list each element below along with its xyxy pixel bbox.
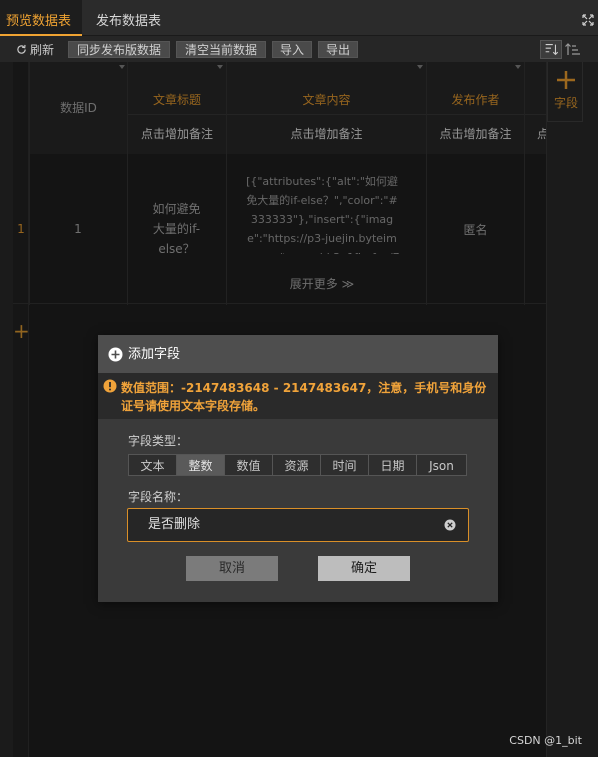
- type-option-time[interactable]: 时间: [320, 454, 369, 476]
- type-option-integer[interactable]: 整数: [176, 454, 225, 476]
- export-button[interactable]: 导出: [318, 41, 358, 58]
- tab-preview-table[interactable]: 预览数据表: [0, 0, 82, 36]
- warning-text: 数值范围：-2147483648 - 2147483647，注意，手机号和身份证…: [121, 381, 487, 413]
- confirm-button[interactable]: 确定: [318, 556, 410, 581]
- clear-input-icon[interactable]: [444, 519, 456, 531]
- refresh-icon: [17, 44, 26, 54]
- dialog-title: 添加字段: [128, 347, 181, 362]
- import-button[interactable]: 导入: [272, 41, 312, 58]
- fullscreen-icon[interactable]: [582, 14, 594, 26]
- type-option-json[interactable]: Json: [416, 454, 467, 476]
- warning-icon: [103, 379, 117, 393]
- clear-data-button[interactable]: 清空当前数据: [176, 41, 266, 58]
- add-field-dialog: 添加字段 数值范围：-2147483648 - 2147483647，注意，手机…: [98, 335, 498, 602]
- field-type-selector: 文本 整数 数值 资源 时间 日期 Json: [128, 454, 468, 476]
- sort-ascending-icon[interactable]: [564, 40, 584, 59]
- dialog-header: 添加字段: [98, 335, 498, 373]
- refresh-label: 刷新: [30, 43, 55, 57]
- field-name-value: 是否删除: [148, 517, 201, 532]
- type-option-resource[interactable]: 资源: [272, 454, 321, 476]
- cancel-button[interactable]: 取消: [186, 556, 278, 581]
- field-name-label: 字段名称：: [128, 490, 189, 504]
- field-name-input[interactable]: 是否删除: [127, 508, 469, 542]
- watermark: CSDN @1_bit: [509, 734, 582, 747]
- toolbar: 刷新 同步发布版数据 清空当前数据 导入 导出: [0, 37, 598, 62]
- tab-bar: 预览数据表 发布数据表: [0, 0, 598, 36]
- circle-plus-icon: [108, 347, 123, 362]
- field-type-label: 字段类型：: [128, 434, 189, 448]
- type-option-text[interactable]: 文本: [128, 454, 177, 476]
- sort-descending-icon[interactable]: [540, 40, 562, 59]
- sync-published-button[interactable]: 同步发布版数据: [68, 41, 170, 58]
- type-option-number[interactable]: 数值: [224, 454, 273, 476]
- type-option-date[interactable]: 日期: [368, 454, 417, 476]
- tab-publish-table[interactable]: 发布数据表: [86, 0, 176, 36]
- warning-banner: 数值范围：-2147483648 - 2147483647，注意，手机号和身份证…: [98, 373, 498, 419]
- refresh-button[interactable]: 刷新: [16, 41, 54, 59]
